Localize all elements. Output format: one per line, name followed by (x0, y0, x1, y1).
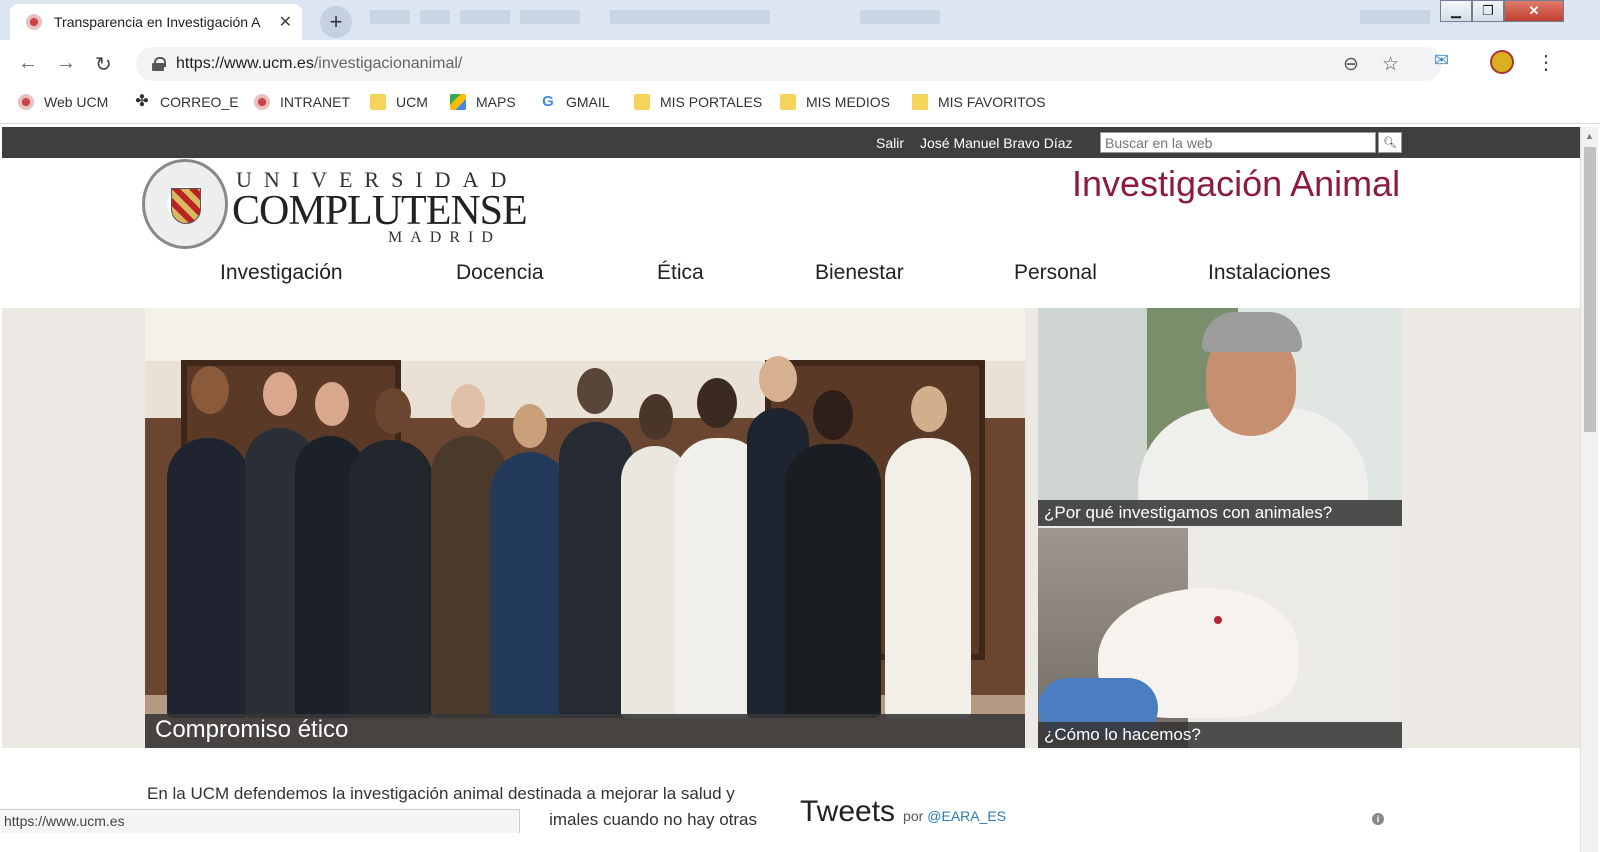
forward-icon[interactable]: → (56, 52, 76, 75)
tweets-title: Tweets (800, 795, 896, 828)
rat-eye (1214, 616, 1222, 624)
ucm-icon (254, 94, 270, 110)
bookmark-web-ucm[interactable]: Web UCM (18, 94, 108, 110)
folder-icon (370, 94, 386, 110)
logo-line-2: COMPLUTENSE (232, 188, 528, 234)
site-topbar: Salir José Manuel Bravo Díaz 🔍︎ (2, 127, 1580, 158)
info-icon[interactable]: i (1372, 813, 1384, 825)
hero-main-slide[interactable]: Compromiso ético (145, 308, 1025, 748)
maximize-button[interactable]: ❐ (1472, 0, 1504, 22)
tweets-by: por (903, 808, 924, 824)
bookmark-gmail[interactable]: G GMAIL (540, 93, 609, 111)
ucm-icon (18, 94, 34, 110)
extension-icon[interactable]: ✉ (1434, 50, 1449, 71)
bookmark-ucm-folder[interactable]: UCM (370, 94, 428, 110)
bookmark-intranet[interactable]: INTRANET (254, 94, 350, 110)
browser-tab[interactable]: Transparencia en Investigación A ✕ (10, 4, 302, 40)
main-nav: Investigación Docencia Ética Bienestar P… (2, 259, 1580, 295)
browser-toolbar: ← → ↻ https://www.ucm.es/investigacionan… (0, 40, 1600, 86)
reload-icon[interactable]: ↻ (95, 52, 112, 77)
bookmark-mis-favoritos[interactable]: MIS FAVORITOS (912, 94, 1046, 110)
folder-icon (912, 94, 928, 110)
nav-etica[interactable]: Ética (657, 261, 704, 285)
tab-close-icon[interactable]: ✕ (279, 12, 292, 32)
tweets-handle-link[interactable]: @EARA_ES (927, 808, 1006, 824)
folder-icon (634, 94, 650, 110)
ucm-logo[interactable]: UNIVERSIDAD COMPLUTENSE MADRID (142, 159, 528, 251)
nav-instalaciones[interactable]: Instalaciones (1208, 261, 1331, 285)
zoom-icon[interactable]: ⊖ (1343, 53, 1359, 76)
menu-icon[interactable]: ⋮ (1536, 50, 1556, 75)
ucm-favicon-icon (26, 14, 42, 30)
profile-avatar-icon[interactable] (1490, 50, 1514, 74)
url-text: https://www.ucm.es/investigacionanimal/ (176, 55, 463, 72)
user-name[interactable]: José Manuel Bravo Díaz (920, 135, 1073, 151)
hero-side-slide-2[interactable]: ¿Cómo lo hacemos? (1038, 528, 1402, 748)
tab-title: Transparencia en Investigación A (54, 14, 261, 30)
scrollbar-thumb[interactable] (1584, 147, 1596, 432)
tweets-widget-header: Tweets por @EARA_ES (800, 795, 1006, 829)
nav-bienestar[interactable]: Bienestar (815, 261, 904, 285)
site-search-input[interactable] (1100, 132, 1376, 153)
nav-docencia[interactable]: Docencia (456, 261, 544, 285)
address-bar[interactable]: https://www.ucm.es/investigacionanimal/ (136, 47, 1442, 81)
bookmark-star-icon[interactable]: ☆ (1382, 53, 1399, 76)
bookmarks-bar: Web UCM ✤ CORREO_E INTRANET UCM MAPS G GMA… (0, 86, 1600, 124)
correo-icon: ✤ (135, 93, 149, 110)
browser-titlebar: Transparencia en Investigación A ✕ + ▁ ❐… (0, 0, 1600, 40)
site-title[interactable]: Investigación Animal (1072, 163, 1400, 205)
maps-icon (450, 94, 466, 110)
logout-link[interactable]: Salir (876, 135, 904, 151)
bookmark-mis-medios[interactable]: MIS MEDIOS (780, 94, 890, 110)
nav-personal[interactable]: Personal (1014, 261, 1097, 285)
logo-line-3: MADRID (388, 229, 501, 246)
page-viewport: Salir José Manuel Bravo Díaz 🔍︎ UNIVERSI… (2, 127, 1580, 852)
hero-main-caption[interactable]: Compromiso ético (145, 714, 1025, 748)
university-seal-icon (142, 159, 228, 249)
hero-side-slide-1[interactable]: ¿Por qué investigamos con animales? (1038, 308, 1402, 526)
hero-side-caption-1[interactable]: ¿Por qué investigamos con animales? (1038, 500, 1402, 526)
researcher-hair (1202, 312, 1302, 352)
hero-side-caption-2[interactable]: ¿Cómo lo hacemos? (1038, 722, 1402, 748)
lock-icon (152, 57, 166, 71)
google-icon: G (542, 93, 554, 110)
bookmark-mis-portales[interactable]: MIS PORTALES (634, 94, 762, 110)
new-tab-button[interactable]: + (320, 6, 352, 38)
search-icon[interactable]: 🔍︎ (1378, 132, 1402, 153)
window-close-button[interactable]: ✕ (1504, 0, 1564, 22)
bookmark-maps[interactable]: MAPS (450, 94, 516, 110)
nav-investigacion[interactable]: Investigación (220, 261, 343, 285)
scroll-up-icon[interactable]: ▲ (1585, 131, 1594, 141)
minimize-button[interactable]: ▁ (1440, 0, 1472, 22)
folder-icon (780, 94, 796, 110)
status-bar: https://www.ucm.es (0, 809, 520, 833)
bookmark-correo[interactable]: ✤ CORREO_E (134, 93, 238, 111)
back-icon[interactable]: ← (18, 52, 38, 75)
page-scrollbar[interactable]: ▲ (1580, 127, 1598, 852)
